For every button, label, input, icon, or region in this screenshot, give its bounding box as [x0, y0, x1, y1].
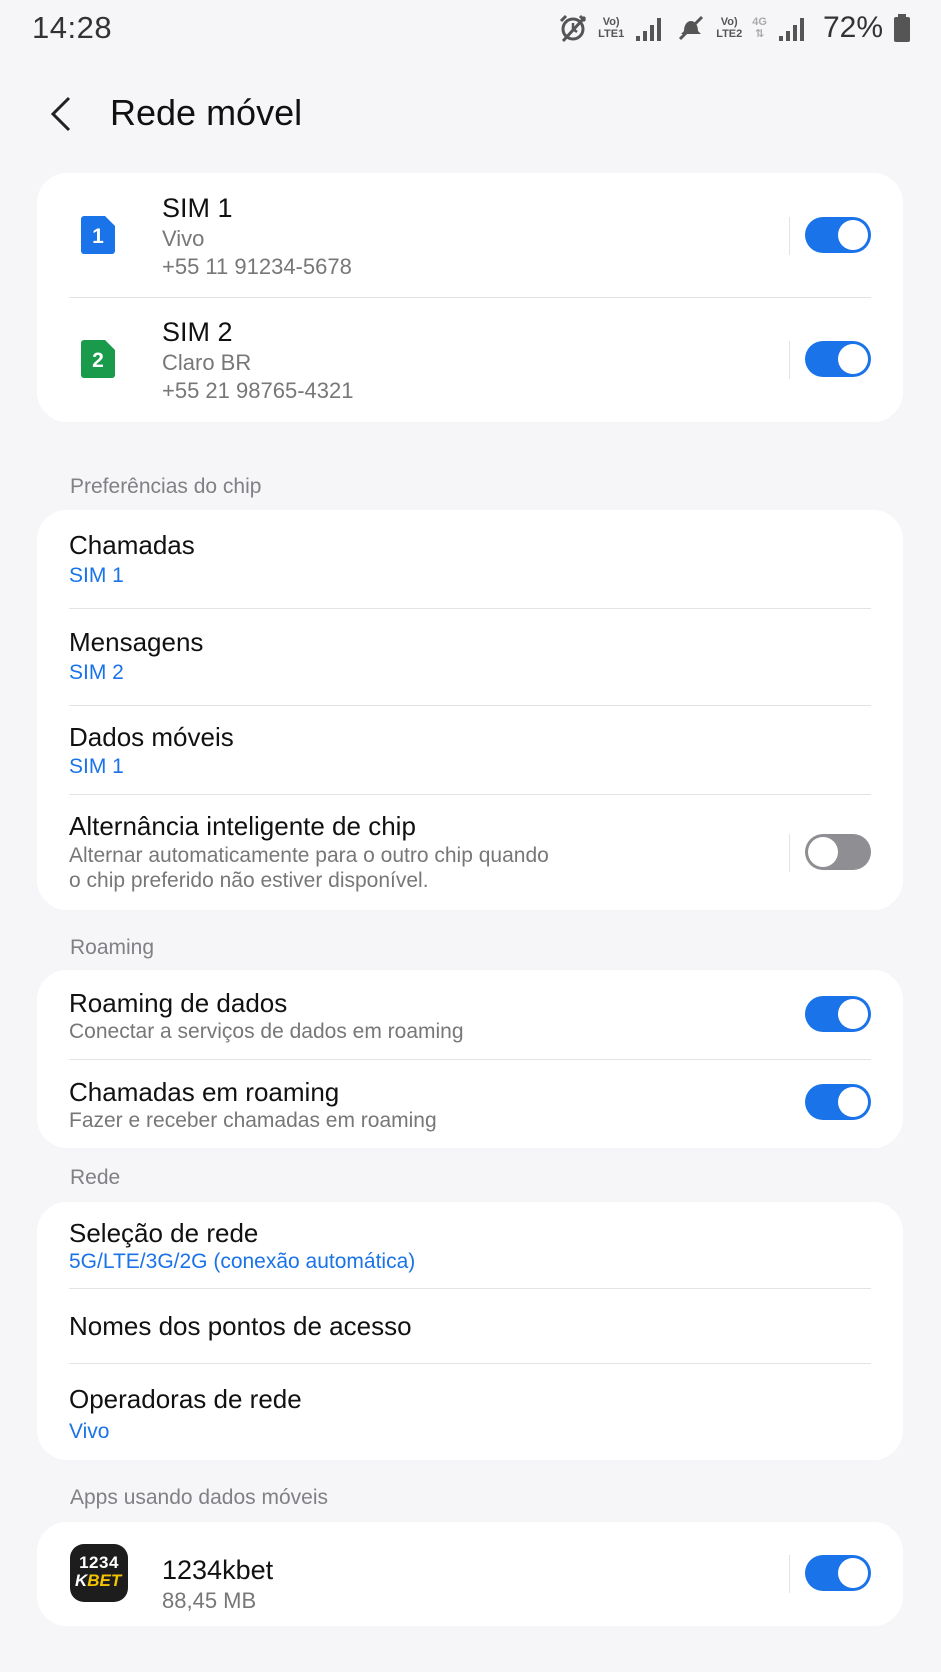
- page-title: Rede móvel: [110, 92, 303, 133]
- sim-2-number: +55 21 98765-4321: [162, 378, 354, 403]
- call-roaming-title: Chamadas em roaming: [69, 1077, 340, 1107]
- network-type-icon: 4G ⇅: [752, 16, 767, 40]
- sim-2-title: SIM 2: [162, 317, 233, 347]
- sim-1-carrier: Vivo: [162, 226, 205, 251]
- sim-card-group: 1 SIM 1 Vivo +55 11 91234-5678 2 SIM 2 C…: [37, 173, 903, 422]
- separator: [789, 341, 790, 379]
- status-bar: 14:28 Vo) LTE1 Vo) LTE2 4G ⇅ 72%: [0, 0, 941, 60]
- battery-icon: [893, 13, 911, 43]
- sim-2-row[interactable]: 2 SIM 2 Claro BR +55 21 98765-4321: [37, 298, 903, 422]
- network-mode-value: 5G/LTE/3G/2G (conexão automática): [69, 1250, 416, 1273]
- smart-switch-desc-line2: o chip preferido não estiver disponível.: [69, 869, 429, 892]
- messages-value: SIM 2: [69, 661, 124, 684]
- data-roaming-row[interactable]: Roaming de dados Conectar a serviços de …: [37, 970, 903, 1059]
- volte-lte1-icon: Vo) LTE1: [598, 16, 625, 40]
- data-roaming-toggle[interactable]: [805, 996, 871, 1032]
- messages-sim-row[interactable]: Mensagens SIM 2: [37, 609, 903, 705]
- calls-value: SIM 1: [69, 564, 124, 587]
- app-name: 1234kbet: [162, 1555, 274, 1585]
- list-item[interactable]: 1234 KBET 1234kbet 88,45 MB: [37, 1522, 903, 1626]
- apps-group: 1234 KBET 1234kbet 88,45 MB: [37, 1522, 903, 1626]
- svg-text:2: 2: [92, 349, 104, 372]
- mobile-data-title: Dados móveis: [69, 722, 234, 752]
- sim-1-toggle[interactable]: [805, 217, 871, 253]
- messages-title: Mensagens: [69, 627, 204, 657]
- network-mode-row[interactable]: Seleção de rede 5G/LTE/3G/2G (conexão au…: [37, 1202, 903, 1288]
- volte-lte2-icon: Vo) LTE2: [716, 16, 743, 40]
- smart-switch-title: Alternância inteligente de chip: [69, 811, 416, 841]
- apn-row[interactable]: Nomes dos pontos de acesso: [37, 1289, 903, 1363]
- app-data-usage: 88,45 MB: [162, 1588, 257, 1613]
- network-operators-row[interactable]: Operadoras de rede Vivo: [37, 1364, 903, 1460]
- network-operators-value: Vivo: [69, 1420, 110, 1443]
- network-mode-title: Seleção de rede: [69, 1218, 259, 1248]
- sim-2-carrier: Claro BR: [162, 350, 252, 375]
- mobile-data-sim-row[interactable]: Dados móveis SIM 1: [37, 706, 903, 805]
- sim-1-row[interactable]: 1 SIM 1 Vivo +55 11 91234-5678: [37, 173, 903, 297]
- call-roaming-row[interactable]: Chamadas em roaming Fazer e receber cham…: [37, 1060, 903, 1148]
- section-label-roaming: Roaming: [70, 936, 155, 959]
- back-button[interactable]: [40, 92, 84, 136]
- signal-icon: [777, 14, 809, 42]
- apn-title: Nomes dos pontos de acesso: [69, 1311, 412, 1341]
- sim-1-title: SIM 1: [162, 193, 233, 223]
- section-label-chip-prefs: Preferências do chip: [70, 475, 262, 498]
- roaming-group: Roaming de dados Conectar a serviços de …: [37, 970, 903, 1148]
- smart-switch-row[interactable]: Alternância inteligente de chip Alternar…: [37, 795, 903, 910]
- app-icon-1234kbet: 1234 KBET: [70, 1544, 128, 1602]
- separator: [789, 217, 790, 255]
- network-group: Seleção de rede 5G/LTE/3G/2G (conexão au…: [37, 1202, 903, 1460]
- svg-text:1: 1: [92, 225, 104, 248]
- status-icons: Vo) LTE1 Vo) LTE2 4G ⇅ 72%: [558, 10, 911, 46]
- mute-icon: [676, 13, 706, 43]
- clock: 14:28: [32, 10, 113, 45]
- calls-sim-row[interactable]: Chamadas SIM 1: [37, 510, 903, 608]
- section-label-network: Rede: [70, 1166, 121, 1189]
- sim-2-icon: 2: [81, 340, 115, 378]
- sim-1-number: +55 11 91234-5678: [162, 254, 352, 279]
- call-roaming-toggle[interactable]: [805, 1084, 871, 1120]
- chip-prefs-group: Chamadas SIM 1 Mensagens SIM 2 Dados móv…: [37, 510, 903, 910]
- network-operators-title: Operadoras de rede: [69, 1384, 302, 1414]
- signal-icon: [634, 14, 666, 42]
- calls-title: Chamadas: [69, 530, 195, 560]
- battery-percentage: 72%: [822, 11, 883, 44]
- smart-switch-toggle[interactable]: [805, 834, 871, 870]
- data-roaming-title: Roaming de dados: [69, 988, 288, 1018]
- section-label-apps: Apps usando dados móveis: [70, 1486, 328, 1509]
- app-bar: Rede móvel: [0, 80, 941, 150]
- data-roaming-desc: Conectar a serviços de dados em roaming: [69, 1020, 464, 1043]
- alarm-icon: [558, 13, 588, 43]
- sim-1-icon: 1: [81, 216, 115, 254]
- separator: [789, 1555, 790, 1593]
- app-data-toggle[interactable]: [805, 1555, 871, 1591]
- mobile-data-value: SIM 1: [69, 755, 124, 778]
- smart-switch-desc-line1: Alternar automaticamente para o outro ch…: [69, 844, 549, 867]
- sim-2-toggle[interactable]: [805, 341, 871, 377]
- back-arrow-icon: [50, 96, 71, 132]
- call-roaming-desc: Fazer e receber chamadas em roaming: [69, 1109, 437, 1132]
- separator: [789, 834, 790, 872]
